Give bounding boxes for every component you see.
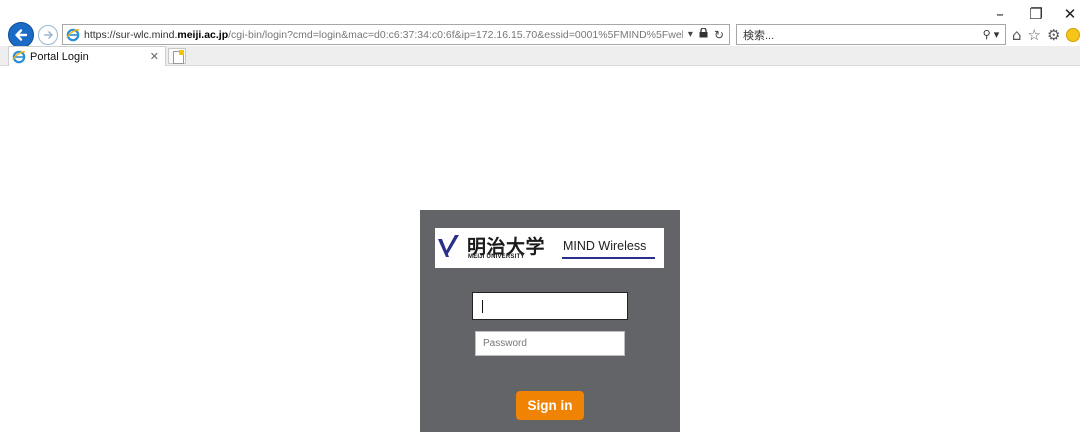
username-field[interactable] [472,292,628,320]
forward-icon[interactable] [38,25,58,45]
ie-icon [12,50,26,63]
close-icon[interactable]: ✕ [1056,4,1080,24]
feedback-icon[interactable] [1066,27,1080,42]
minimize-icon[interactable]: – [986,4,1014,24]
search-input[interactable]: 検索... [743,27,977,43]
toolbar-right: ⌂ ☆ ⚙ [1012,24,1080,45]
brand-underline [562,257,655,259]
tab-close-icon[interactable]: ✕ [150,50,159,63]
refresh-icon[interactable]: ↻ [714,28,724,42]
url-path: /cgi-bin/login?cmd=login&mac=d0:c6:37:34… [228,28,683,41]
tab-title: Portal Login [30,50,89,63]
sign-in-button[interactable]: Sign in [516,391,584,420]
favorites-icon[interactable]: ☆ [1028,26,1041,44]
login-panel: 明治大学 MEIJI UNIVERSITY MIND Wireless Pass… [420,210,680,432]
back-icon[interactable] [8,22,34,48]
university-name-english: MEIJI UNIVERSITY [468,254,525,260]
password-placeholder: Password [483,338,527,349]
search-icon[interactable]: ⚲ ▾ [977,28,1005,41]
url-prefix: https://sur-wlc.mind. [84,28,178,41]
ie-icon [66,28,80,41]
text-cursor [482,299,483,313]
logo-banner: 明治大学 MEIJI UNIVERSITY MIND Wireless [435,228,664,268]
address-bar[interactable]: https://sur-wlc.mind.meiji.ac.jp/cgi-bin… [62,24,730,45]
meiji-logo-icon [438,235,459,257]
new-tab-icon[interactable] [168,48,186,64]
lock-icon[interactable] [699,27,708,41]
tab-strip: Portal Login ✕ [0,46,1080,66]
dropdown-icon[interactable]: ▾ [688,29,693,40]
network-name: MIND Wireless [563,239,647,253]
settings-icon[interactable]: ⚙ [1047,26,1060,44]
password-field[interactable]: Password [475,331,625,356]
url-text: https://sur-wlc.mind.meiji.ac.jp/cgi-bin… [84,29,683,41]
url-host: meiji.ac.jp [177,28,229,41]
tab-portal-login[interactable]: Portal Login ✕ [8,46,166,66]
home-icon[interactable]: ⌂ [1012,26,1022,44]
search-box[interactable]: 検索... ⚲ ▾ [736,24,1006,45]
restore-icon[interactable]: ❐ [1022,4,1050,24]
browser-chrome: – ❐ ✕ https://sur-wlc.mind.meiji.ac.jp/c… [0,0,1080,66]
